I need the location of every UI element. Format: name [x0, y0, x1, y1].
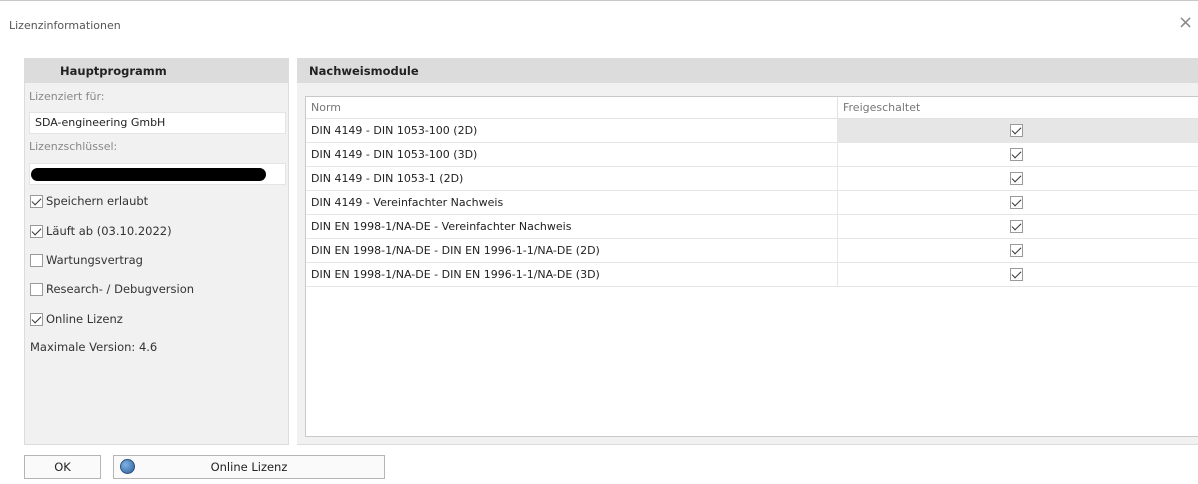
checkbox-icon[interactable] [30, 194, 43, 208]
main-program-header: Hauptprogramm [25, 59, 288, 83]
table-row[interactable]: DIN EN 1998-1/NA-DE - DIN EN 1996-1-1/NA… [306, 263, 1198, 287]
table-row[interactable]: DIN 4149 - Vereinfachter Nachweis [306, 191, 1198, 215]
checkbox-speichern-erlaubt[interactable]: Speichern erlaubt [30, 192, 148, 210]
norm-cell: DIN 4149 - DIN 1053-100 (2D) [306, 119, 838, 142]
checkbox-label: Wartungsvertrag [46, 253, 143, 267]
norm-cell: DIN EN 1998-1/NA-DE - Vereinfachter Nach… [306, 215, 838, 238]
checkbox-online-lizenz[interactable]: Online Lizenz [30, 310, 123, 328]
checkbox-label: Online Lizenz [46, 312, 123, 326]
license-info-dialog: Lizenzinformationen × Hauptprogramm Lize… [0, 0, 1198, 484]
norm-cell: DIN EN 1998-1/NA-DE - DIN EN 1996-1-1/NA… [306, 239, 838, 262]
enabled-cell [838, 191, 1198, 214]
license-key-label: Lizenzschlüssel: [29, 140, 118, 153]
modules-header: Nachweismodule [297, 59, 1198, 83]
table-row[interactable]: DIN EN 1998-1/NA-DE - DIN EN 1996-1-1/NA… [306, 239, 1198, 263]
column-header-norm[interactable]: Norm [306, 97, 838, 118]
checkbox-icon[interactable] [1010, 268, 1023, 281]
online-license-button[interactable]: Online Lizenz [113, 455, 385, 479]
norm-cell: DIN 4149 - DIN 1053-1 (2D) [306, 167, 838, 190]
main-program-panel: Hauptprogramm Lizenziert für: SDA-engine… [24, 58, 289, 445]
norm-cell: DIN 4149 - Vereinfachter Nachweis [306, 191, 838, 214]
enabled-cell [838, 215, 1198, 238]
checkbox-icon[interactable] [30, 312, 43, 326]
checkbox-icon[interactable] [30, 253, 43, 267]
grid-header-row: Norm Freigeschaltet [306, 97, 1198, 119]
globe-icon [120, 459, 135, 474]
checkbox-icon[interactable] [1010, 196, 1023, 209]
norm-cell: DIN EN 1998-1/NA-DE - DIN EN 1996-1-1/NA… [306, 263, 838, 286]
checkbox-icon[interactable] [1010, 220, 1023, 233]
checkbox-icon[interactable] [1010, 148, 1023, 161]
licensed-for-field[interactable]: SDA-engineering GmbH [29, 112, 286, 134]
checkbox-laeuft-ab[interactable]: Läuft ab (03.10.2022) [30, 222, 172, 240]
norm-cell: DIN 4149 - DIN 1053-100 (3D) [306, 143, 838, 166]
checkbox-icon[interactable] [30, 224, 43, 238]
table-row[interactable]: DIN 4149 - DIN 1053-1 (2D) [306, 167, 1198, 191]
table-row[interactable]: DIN 4149 - DIN 1053-100 (3D) [306, 143, 1198, 167]
checkbox-wartungsvertrag[interactable]: Wartungsvertrag [30, 251, 143, 269]
modules-panel: Nachweismodule Norm Freigeschaltet DIN 4… [297, 58, 1198, 445]
enabled-cell [838, 143, 1198, 166]
dialog-title: Lizenzinformationen [9, 19, 121, 32]
checkbox-label: Research- / Debugversion [46, 282, 195, 296]
enabled-cell [838, 119, 1198, 142]
checkbox-icon[interactable] [1010, 172, 1023, 185]
checkbox-icon[interactable] [1010, 124, 1023, 137]
online-license-button-label: Online Lizenz [210, 460, 288, 474]
table-row[interactable]: DIN EN 1998-1/NA-DE - Vereinfachter Nach… [306, 215, 1198, 239]
redacted-license-key [31, 168, 266, 181]
checkbox-label: Speichern erlaubt [46, 194, 149, 208]
enabled-cell [838, 263, 1198, 286]
enabled-cell [838, 239, 1198, 262]
enabled-cell [838, 167, 1198, 190]
checkbox-research-debugversion[interactable]: Research- / Debugversion [30, 280, 194, 298]
modules-grid[interactable]: Norm Freigeschaltet DIN 4149 - DIN 1053-… [305, 96, 1198, 437]
licensed-for-label: Lizenziert für: [29, 90, 105, 103]
checkbox-icon[interactable] [30, 282, 43, 296]
ok-button[interactable]: OK [24, 455, 101, 479]
checkbox-label: Läuft ab (03.10.2022) [46, 224, 172, 238]
checkbox-icon[interactable] [1010, 244, 1023, 257]
column-header-freigeschaltet[interactable]: Freigeschaltet [838, 97, 1198, 118]
table-row[interactable]: DIN 4149 - DIN 1053-100 (2D) [306, 119, 1198, 143]
close-icon[interactable]: × [1178, 13, 1193, 33]
max-version-text: Maximale Version: 4.6 [30, 340, 158, 354]
license-key-field[interactable] [29, 163, 286, 185]
